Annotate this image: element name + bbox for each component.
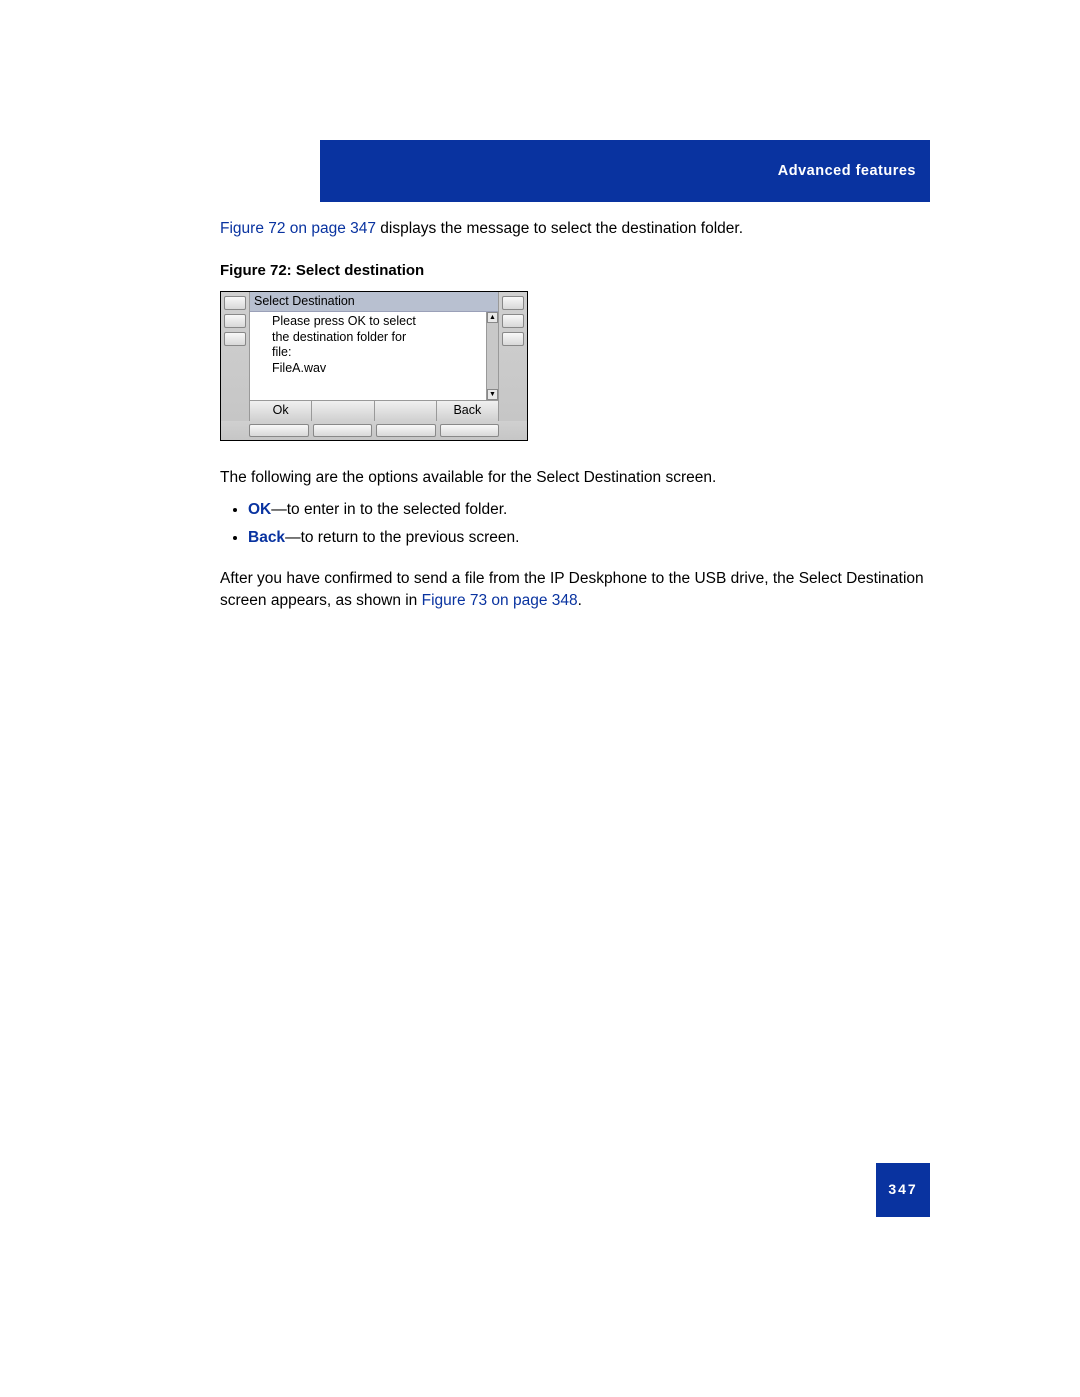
after-part2: .	[578, 592, 582, 609]
screen-line: Please press OK to select	[272, 314, 476, 330]
option-ok-label: OK	[248, 501, 271, 518]
intro-paragraph: Figure 72 on page 347 displays the messa…	[220, 218, 930, 240]
phone-screenshot: Select Destination Please press OK to se…	[220, 291, 528, 442]
side-button[interactable]	[224, 332, 246, 346]
hardkey-row	[221, 421, 527, 440]
screen-line: the destination folder for	[272, 330, 476, 346]
after-paragraph: After you have confirmed to send a file …	[220, 568, 930, 611]
phone-screen: Select Destination Please press OK to se…	[249, 292, 499, 422]
figure-73-xref[interactable]: Figure 73 on page 348	[422, 592, 578, 609]
softkey-ok[interactable]: Ok	[250, 401, 312, 421]
option-ok-desc: —to enter in to the selected folder.	[271, 501, 507, 518]
softkey-blank[interactable]	[312, 401, 374, 421]
page-header-bar: Advanced features	[320, 140, 930, 202]
screen-line: file:	[272, 345, 476, 361]
document-page: Advanced features Figure 72 on page 347 …	[0, 0, 1080, 1397]
right-side-buttons	[499, 292, 527, 422]
page-header-title: Advanced features	[778, 161, 916, 181]
option-back-label: Back	[248, 529, 285, 546]
left-side-buttons	[221, 292, 249, 422]
softkey-blank[interactable]	[375, 401, 437, 421]
scroll-up-icon[interactable]: ▲	[487, 312, 498, 323]
side-button[interactable]	[502, 314, 524, 328]
hard-button[interactable]	[249, 424, 309, 437]
options-intro: The following are the options available …	[220, 467, 930, 489]
softkey-row: Ok Back	[250, 400, 498, 421]
hard-button[interactable]	[313, 424, 373, 437]
hard-button[interactable]	[376, 424, 436, 437]
scroll-down-icon[interactable]: ▼	[487, 389, 498, 400]
intro-rest: displays the message to select the desti…	[376, 220, 743, 237]
option-back-desc: —to return to the previous screen.	[285, 529, 519, 546]
side-button[interactable]	[224, 296, 246, 310]
softkey-back[interactable]: Back	[437, 401, 498, 421]
phone-upper-row: Select Destination Please press OK to se…	[221, 292, 527, 422]
screen-message: Please press OK to select the destinatio…	[250, 312, 486, 400]
screen-title-bar: Select Destination	[250, 292, 498, 313]
figure-caption: Figure 72: Select destination	[220, 260, 930, 281]
figure-72-xref[interactable]: Figure 72 on page 347	[220, 220, 376, 237]
side-button[interactable]	[502, 296, 524, 310]
side-button[interactable]	[224, 314, 246, 328]
scrollbar[interactable]: ▲ ▼	[486, 312, 498, 400]
options-list: OK—to enter in to the selected folder. B…	[220, 499, 930, 548]
option-item-ok: OK—to enter in to the selected folder.	[248, 499, 930, 521]
hard-button[interactable]	[440, 424, 500, 437]
side-button[interactable]	[502, 332, 524, 346]
screen-line: FileA.wav	[272, 361, 476, 377]
option-item-back: Back—to return to the previous screen.	[248, 527, 930, 549]
screen-body: Please press OK to select the destinatio…	[250, 312, 498, 400]
page-number: 347	[876, 1163, 930, 1217]
